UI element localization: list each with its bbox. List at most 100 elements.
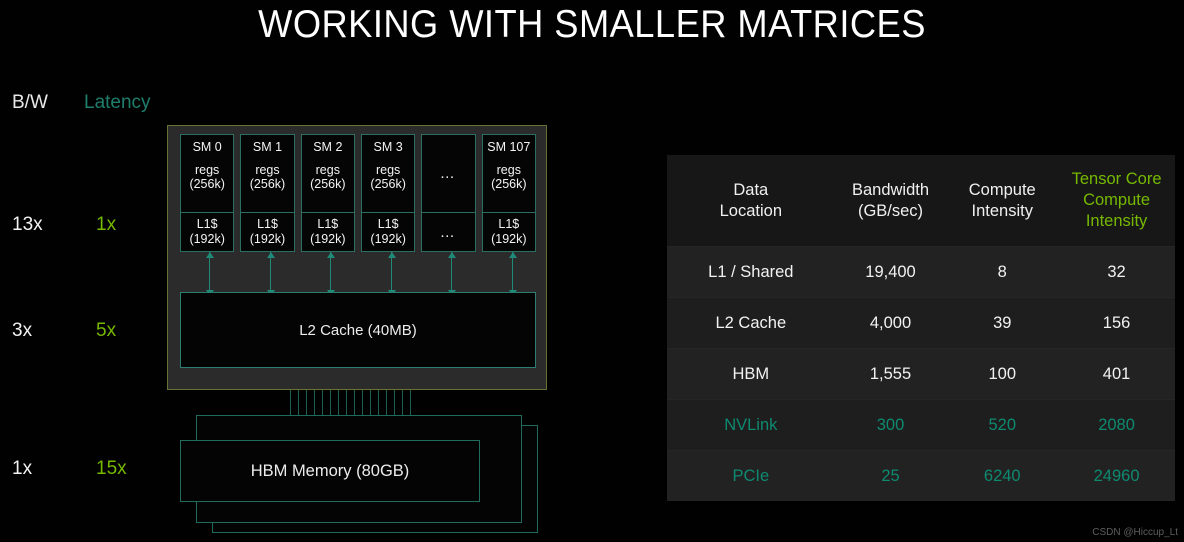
sm-block-3: SM 3 regs (256k) L1$ (192k) [360,134,416,252]
sm-block-2-cache-line1: L1$ [317,217,339,231]
table-row: HBM 1,555 100 401 [667,348,1175,400]
column-header-bandwidth-line2: (GB/sec) [857,201,924,220]
sm-block-0-top: SM 0 regs (256k) [181,135,233,212]
sm-block-0-l1cache: L1$ (192k) [181,212,234,251]
sm-block-ellipsis-top: … [422,135,474,212]
column-header-compute-intensity-line2: Intensity [971,201,1033,220]
table-row: NVLink 300 520 2080 [667,399,1175,451]
hbm-memory-block: HBM Memory (80GB) [180,440,480,502]
sm-block-107-regs: regs (256k) [491,163,526,191]
sm-row: SM 0 regs (256k) L1$ (192k) SM 1 regs (2… [180,134,536,252]
sm-block-3-regs-line1: regs [375,163,401,177]
ellipsis-icon-bottom: … [439,223,458,241]
sm-block-1-cache-line2: (192k) [249,232,286,246]
column-header-tensor-core-line1: Tensor Core [1071,170,1162,188]
sm-block-0-regs-line2: (256k) [189,177,225,191]
sm-block-107-cache-line2: (192k) [491,232,527,246]
sm-block-2-l1cache: L1$ (192k) [301,212,354,251]
cell-location: L1 / Shared [667,246,835,298]
sm-block-3-l1cache: L1$ (192k) [361,212,415,251]
sm-block-107-cache-line1: L1$ [498,217,520,231]
sm-block-2: SM 2 regs (256k) L1$ (192k) [300,134,355,252]
cell-location: L2 Cache [667,297,835,349]
sm-block-2-regs-line2: (256k) [310,177,346,191]
column-header-bandwidth: Bandwidth (GB/sec) [834,155,947,247]
sm-block-1-regs: regs (256k) [250,163,285,191]
cell-tc-compute-intensity: 32 [1058,246,1175,298]
sm-block-107-top: SM 107 regs (256k) [483,135,535,212]
cell-bandwidth: 1,555 [834,348,947,400]
hbm-memory-label: HBM Memory (80GB) [250,461,410,480]
column-header-data-location: Data Location [667,155,835,247]
sm-block-0-regs-line1: regs [194,163,220,177]
sm-to-l2-arrow-0 [205,252,214,296]
sm-block-2-name: SM 2 [313,140,343,154]
ellipsis-icon-top: … [439,165,458,182]
measure-latency-l1: 1x [96,214,117,235]
l2-cache-block: L2 Cache (40MB) [180,292,536,368]
sm-block-0: SM 0 regs (256k) L1$ (192k) [180,134,235,252]
sm-block-2-cache-line2: (192k) [310,232,346,246]
sm-block-ellipsis-bottom: … [422,212,475,251]
cell-bandwidth: 25 [834,450,947,501]
sm-block-107-l1cache: L1$ (192k) [482,212,535,251]
cell-location: NVLink [667,399,835,451]
cell-tc-compute-intensity: 24960 [1058,450,1175,501]
page-title: WORKING WITH SMALLER MATRICES [258,3,926,46]
sm-to-l2-arrow-ell [447,252,456,296]
sm-block-3-cache-line1: L1$ [377,217,399,231]
measure-latency-hbm: 15x [96,458,127,479]
sm-block-1-regs-line1: regs [255,163,280,177]
cell-bandwidth: 4,000 [834,297,947,349]
column-header-bandwidth-line1: Bandwidth [851,180,930,199]
sm-block-107-regs-line2: (256k) [491,177,527,191]
column-header-data-location-line1: Data [733,180,769,199]
table-header-row: Data Location Bandwidth (GB/sec) Compute… [667,155,1175,247]
sm-block-0-cache-line2: (192k) [189,232,225,246]
cell-compute-intensity: 6240 [946,450,1059,501]
cell-bandwidth: 300 [834,399,947,451]
column-header-data-location-line2: Location [719,201,782,220]
measure-latency-l2: 5x [96,320,117,341]
column-header-tensor-core-line3: Intensity [1085,212,1148,230]
column-header-tensor-core-line2: Compute [1083,191,1151,209]
cell-compute-intensity: 520 [946,399,1059,451]
sm-block-3-cache-line2: (192k) [370,232,406,246]
sm-block-1: SM 1 regs (256k) L1$ (192k) [240,134,295,252]
sm-block-0-regs: regs (256k) [189,163,224,191]
table-row: L2 Cache 4,000 39 156 [667,297,1175,349]
sm-block-1-l1cache: L1$ (192k) [241,212,294,251]
cell-compute-intensity: 39 [946,297,1059,349]
sm-block-ellipsis: … … [421,134,476,252]
legend: B/W Latency [12,92,162,118]
cell-bandwidth: 19,400 [834,246,947,298]
measure-row-l1: 13x 1x [0,214,160,238]
cell-tc-compute-intensity: 156 [1058,297,1175,349]
sm-block-107: SM 107 regs (256k) L1$ (192k) [481,134,536,252]
sm-block-3-top: SM 3 regs (256k) [362,135,414,212]
cell-tc-compute-intensity: 2080 [1058,399,1175,451]
watermark: CSDN @Hiccup_Lt [1092,527,1178,538]
table-row: PCIe 25 6240 24960 [667,450,1175,501]
gpu-diagram-container: SM 0 regs (256k) L1$ (192k) SM 1 regs (2… [167,125,547,390]
sm-block-0-name: SM 0 [192,140,222,154]
cell-tc-compute-intensity: 401 [1058,348,1175,400]
column-header-tensor-core-compute-intensity: Tensor Core Compute Intensity [1058,155,1175,247]
sm-block-1-top: SM 1 regs (256k) [241,135,293,212]
sm-to-l2-arrow-2 [326,252,335,296]
sm-block-1-cache-line1: L1$ [257,217,278,231]
measure-bandwidth-l2: 3x [12,320,33,341]
measure-row-hbm: 1x 15x [0,458,160,482]
sm-block-3-regs-line2: (256k) [370,177,406,191]
cell-compute-intensity: 100 [946,348,1059,400]
legend-bandwidth-label: B/W [12,92,48,113]
sm-block-2-regs-line1: regs [315,163,340,177]
column-header-compute-intensity-line1: Compute [968,180,1036,199]
l2-cache-label: L2 Cache (40MB) [299,321,417,339]
sm-block-107-regs-line1: regs [496,163,521,177]
sm-block-1-name: SM 1 [252,140,283,154]
performance-table: Data Location Bandwidth (GB/sec) Compute… [667,155,1175,501]
cell-location: PCIe [667,450,835,501]
legend-latency-label: Latency [84,92,151,113]
sm-to-l2-arrow-3 [387,252,396,296]
